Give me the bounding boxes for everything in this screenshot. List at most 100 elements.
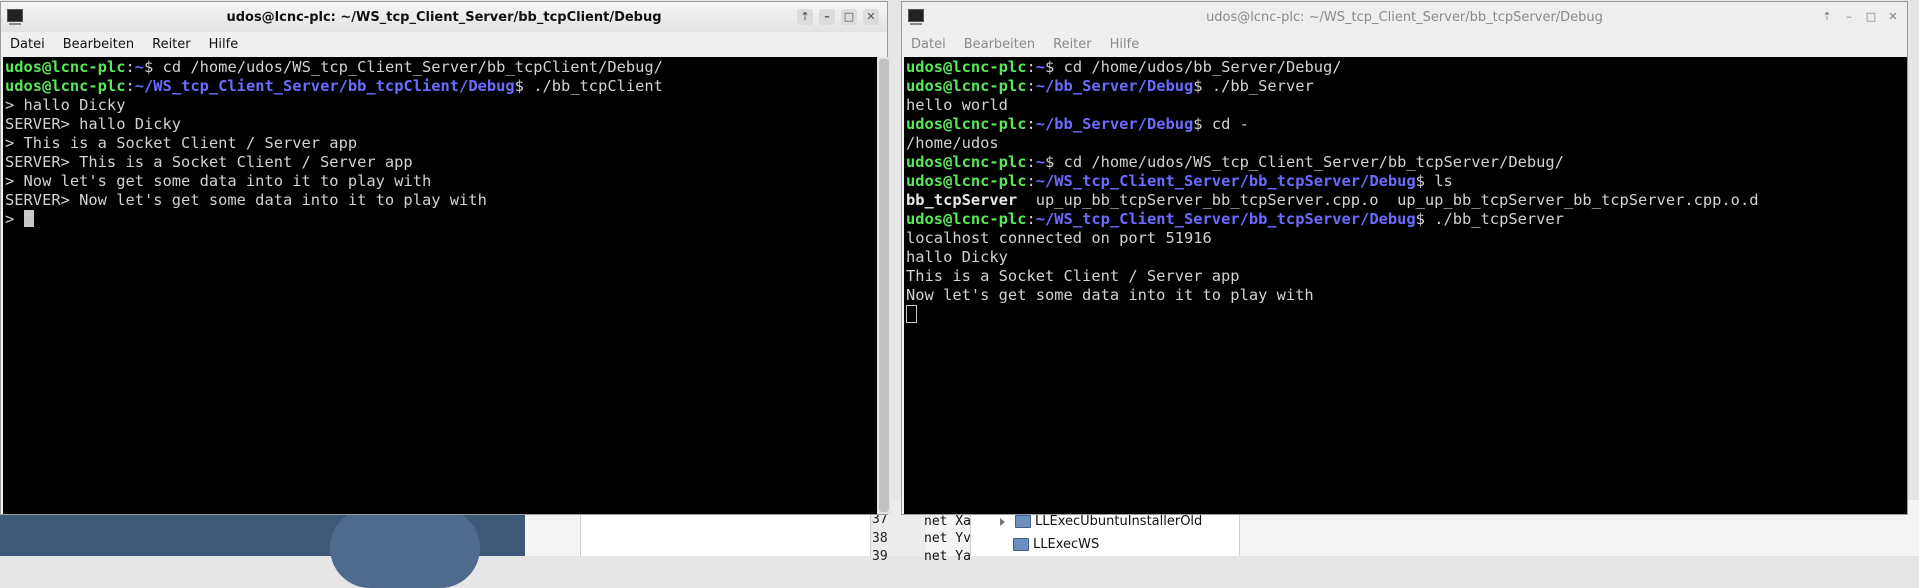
tree-item-label: LLExecUbuntuInstallerOld <box>1035 514 1203 529</box>
output-text: hallo Dicky <box>906 248 1008 266</box>
prompt-symbol: $ <box>1045 153 1055 171</box>
keep-above-button[interactable]: ⇡ <box>1819 9 1835 25</box>
prompt-user: udos@lcnc-plc <box>906 115 1027 133</box>
output-text: > hallo Dicky <box>5 96 126 114</box>
terminal-line: This is a Socket Client / Server app <box>906 267 1907 286</box>
prompt-user: udos@lcnc-plc <box>5 58 126 76</box>
terminal-line: udos@lcnc-plc:~$ cd /home/udos/bb_Server… <box>906 58 1907 77</box>
prompt-separator: : <box>1026 58 1036 76</box>
keep-above-button[interactable]: ⇡ <box>797 9 813 25</box>
minimize-button[interactable]: – <box>1841 9 1857 25</box>
command-text: cd /home/udos/WS_tcp_Client_Server/bb_tc… <box>1054 153 1564 171</box>
prompt-separator: : <box>1026 153 1036 171</box>
terminal-line: udos@lcnc-plc:~/WS_tcp_Client_Server/bb_… <box>906 172 1907 191</box>
prompt-separator: : <box>125 58 135 76</box>
menu-datei[interactable]: Datei <box>902 37 955 52</box>
menubar: Datei Bearbeiten Reiter Hilfe <box>902 32 1907 56</box>
menu-hilfe[interactable]: Hilfe <box>1101 37 1149 52</box>
prompt-separator: : <box>125 77 135 95</box>
output-text: SERVER> hallo Dicky <box>5 115 182 133</box>
prompt-symbol: $ <box>1193 77 1203 95</box>
terminal-icon <box>7 9 23 25</box>
menu-datei[interactable]: Datei <box>1 37 54 52</box>
window-controls: ⇡ – □ ✕ <box>1819 9 1901 25</box>
close-button[interactable]: ✕ <box>863 9 879 25</box>
terminal-line: hello world <box>906 96 1907 115</box>
tree-item-label: LLExecWS <box>1033 537 1100 552</box>
menu-reiter[interactable]: Reiter <box>1044 37 1101 52</box>
code-line[interactable]: net Xa <box>924 514 971 529</box>
prompt-user: udos@lcnc-plc <box>906 210 1027 228</box>
command-text: ./bb_Server <box>1202 77 1314 95</box>
terminal-line <box>906 305 1907 324</box>
terminal-line: udos@lcnc-plc:~/bb_Server/Debug$ cd - <box>906 115 1907 134</box>
client-terminal-window[interactable]: udos@lcnc-plc: ~/WS_tcp_Client_Server/bb… <box>0 1 891 515</box>
terminal-line: > <box>5 210 879 229</box>
command-text: cd /home/udos/bb_Server/Debug/ <box>1054 58 1342 76</box>
terminal-line: udos@lcnc-plc:~/bb_Server/Debug$ ./bb_Se… <box>906 77 1907 96</box>
minimize-button[interactable]: – <box>819 9 835 25</box>
prompt-separator: : <box>1026 210 1036 228</box>
window-titlebar[interactable]: udos@lcnc-plc: ~/WS_tcp_Client_Server/bb… <box>1 2 887 32</box>
output-text: localhost connected on port 51916 <box>906 229 1212 247</box>
terminal-line: /home/udos <box>906 134 1907 153</box>
window-title: udos@lcnc-plc: ~/WS_tcp_Client_Server/bb… <box>1206 9 1603 25</box>
prompt-path: ~ <box>1035 58 1046 76</box>
output-text: Now let's get some data into it to play … <box>906 286 1314 304</box>
menu-hilfe[interactable]: Hilfe <box>200 37 248 52</box>
prompt-symbol: $ <box>144 58 154 76</box>
scrollbar-thumb[interactable] <box>879 59 889 512</box>
prompt-path: ~ <box>134 58 145 76</box>
prompt-path: ~/WS_tcp_Client_Server/bb_tcpServer/Debu… <box>1035 210 1416 228</box>
expand-arrow-icon[interactable] <box>1000 517 1005 526</box>
close-button[interactable]: ✕ <box>1885 9 1901 25</box>
output-text: > This is a Socket Client / Server app <box>5 134 358 152</box>
prompt-user: udos@lcnc-plc <box>5 77 126 95</box>
terminal-output[interactable]: udos@lcnc-plc:~$ cd /home/udos/bb_Server… <box>904 57 1907 514</box>
window-titlebar[interactable]: udos@lcnc-plc: ~/WS_tcp_Client_Server/bb… <box>902 2 1907 32</box>
command-text: cd - <box>1202 115 1249 133</box>
wallpaper-shape <box>330 508 480 588</box>
output-text: > <box>5 210 24 228</box>
server-terminal-window[interactable]: udos@lcnc-plc: ~/WS_tcp_Client_Server/bb… <box>901 1 1908 515</box>
line-number: 38 <box>872 531 888 546</box>
terminal-line: SERVER> Now let's get some data into it … <box>5 191 879 210</box>
menu-bearbeiten[interactable]: Bearbeiten <box>54 37 143 52</box>
maximize-button[interactable]: □ <box>1863 9 1879 25</box>
folder-icon <box>1015 515 1031 528</box>
prompt-symbol: $ <box>1193 115 1203 133</box>
terminal-line: localhost connected on port 51916 <box>906 229 1907 248</box>
folder-icon <box>1013 538 1029 551</box>
terminal-line: udos@lcnc-plc:~/WS_tcp_Client_Server/bb_… <box>5 77 879 96</box>
command-text: cd /home/udos/WS_tcp_Client_Server/bb_tc… <box>153 58 663 76</box>
prompt-symbol: $ <box>1415 210 1425 228</box>
prompt-path: ~/WS_tcp_Client_Server/bb_tcpServer/Debu… <box>1035 172 1416 190</box>
terminal-line: udos@lcnc-plc:~$ cd /home/udos/WS_tcp_Cl… <box>5 58 879 77</box>
menu-reiter[interactable]: Reiter <box>143 37 200 52</box>
prompt-path: ~/bb_Server/Debug <box>1035 115 1194 133</box>
window-controls: ⇡ – □ ✕ <box>797 9 879 25</box>
code-line[interactable]: net Ya <box>924 549 971 564</box>
executable-name: bb_tcpServer <box>906 191 1018 209</box>
terminal-output[interactable]: udos@lcnc-plc:~$ cd /home/udos/WS_tcp_Cl… <box>3 57 879 514</box>
output-text: SERVER> This is a Socket Client / Server… <box>5 153 413 171</box>
terminal-line: > Now let's get some data into it to pla… <box>5 172 879 191</box>
scrollbar[interactable] <box>877 57 891 514</box>
prompt-symbol: $ <box>1415 172 1425 190</box>
command-text: ./bb_tcpServer <box>1424 210 1564 228</box>
output-text: > Now let's get some data into it to pla… <box>5 172 432 190</box>
text-cursor <box>23 210 34 227</box>
menu-bearbeiten[interactable]: Bearbeiten <box>955 37 1044 52</box>
prompt-path: ~/WS_tcp_Client_Server/bb_tcpClient/Debu… <box>134 77 515 95</box>
maximize-button[interactable]: □ <box>841 9 857 25</box>
text-cursor <box>906 305 917 323</box>
terminal-line: bb_tcpServer up_up_bb_tcpServer_bb_tcpSe… <box>906 191 1907 210</box>
prompt-separator: : <box>1026 172 1036 190</box>
prompt-separator: : <box>1026 115 1036 133</box>
terminal-line: > This is a Socket Client / Server app <box>5 134 879 153</box>
tree-item-llexecubuntuinstallerold[interactable]: LLExecUbuntuInstallerOld <box>1000 514 1202 529</box>
tree-item-llexecws[interactable]: LLExecWS <box>1013 537 1099 552</box>
prompt-user: udos@lcnc-plc <box>906 172 1027 190</box>
prompt-user: udos@lcnc-plc <box>906 58 1027 76</box>
code-line[interactable]: net Yv <box>924 531 971 546</box>
